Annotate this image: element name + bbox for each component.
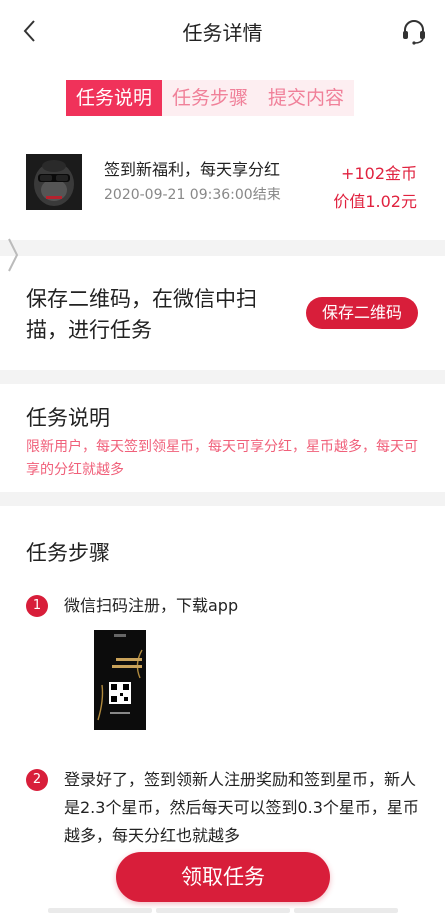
step-text: 登录好了，签到领新人注册奖励和签到星币，新人是2.3个星币，然后每天可以签到0.…: [64, 770, 419, 845]
tab-bar: 任务说明 任务步骤 提交内容: [66, 80, 355, 116]
tab-submit-content[interactable]: 提交内容: [258, 80, 354, 116]
qr-instruction: 保存二维码，在微信中扫描，进行任务: [26, 287, 257, 342]
tab-task-description[interactable]: 任务说明: [66, 80, 163, 116]
step-number: 2: [26, 769, 48, 791]
step-number: 1: [26, 595, 48, 617]
gorilla-avatar-icon: [26, 154, 82, 210]
task-title: 签到新福利，每天享分红: [104, 160, 281, 179]
back-button[interactable]: [18, 18, 42, 44]
task-reward-value: 价值1.02元: [333, 192, 417, 211]
divider: [0, 492, 445, 506]
task-avatar: [26, 154, 82, 210]
page-title: 任务详情: [182, 20, 263, 45]
customer-service-button[interactable]: [399, 16, 429, 46]
accept-task-button[interactable]: 领取任务: [116, 852, 330, 902]
bottom-hint-bar: [156, 908, 290, 913]
description-title: 任务说明: [26, 406, 110, 430]
description-text: 限新用户，每天签到领星币，每天可享分红，星币越多，每天可享的分红就越多: [26, 439, 418, 478]
bottom-hint-bar: [48, 908, 152, 913]
tab-task-steps[interactable]: 任务步骤: [162, 80, 258, 116]
steps-title: 任务步骤: [26, 541, 110, 565]
divider: [0, 240, 445, 256]
bottom-hint-bar: [294, 908, 398, 913]
divider: [0, 370, 445, 384]
chevron-right-icon: [8, 238, 19, 272]
header: 任务详情: [0, 0, 445, 62]
headset-icon: [403, 20, 425, 45]
task-reward: +102金币: [341, 164, 417, 183]
qr-poster-image: [94, 630, 146, 730]
chevron-left-icon: [23, 20, 35, 42]
task-end-time: 2020-09-21 09:36:00结束: [104, 187, 281, 203]
step-text: 微信扫码注册，下载app: [64, 596, 239, 615]
step-qr-image[interactable]: [94, 630, 146, 730]
save-qr-button[interactable]: 保存二维码: [306, 297, 418, 329]
side-drawer-handle[interactable]: [6, 236, 20, 274]
